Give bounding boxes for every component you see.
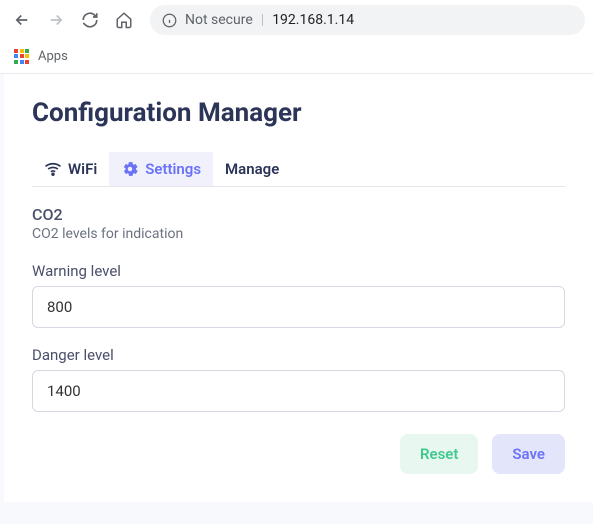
section-subtitle: CO2 levels for indication xyxy=(32,226,565,242)
warning-label: Warning level xyxy=(32,262,565,280)
reload-button[interactable] xyxy=(76,6,104,34)
tab-manage[interactable]: Manage xyxy=(213,152,291,186)
home-button[interactable] xyxy=(110,6,138,34)
tab-bar: WiFi Settings Manage xyxy=(32,152,565,187)
info-icon xyxy=(162,13,177,28)
tab-settings[interactable]: Settings xyxy=(109,152,213,186)
section-title: CO2 xyxy=(32,205,565,224)
save-button[interactable]: Save xyxy=(492,434,565,474)
reset-button[interactable]: Reset xyxy=(400,434,478,474)
danger-input[interactable] xyxy=(32,370,565,412)
security-label: Not secure xyxy=(185,12,253,28)
field-danger: Danger level xyxy=(32,346,565,412)
back-button[interactable] xyxy=(8,6,36,34)
bookmarks-bar: Apps xyxy=(0,40,593,74)
tab-manage-label: Manage xyxy=(225,160,279,178)
main-card: Configuration Manager WiFi Settings Mana… xyxy=(4,74,593,502)
gear-icon xyxy=(121,160,139,178)
address-bar[interactable]: Not secure | 192.168.1.14 xyxy=(150,5,585,35)
warning-input[interactable] xyxy=(32,286,565,328)
danger-label: Danger level xyxy=(32,346,565,364)
page-title: Configuration Manager xyxy=(32,98,565,128)
tab-settings-label: Settings xyxy=(145,160,201,178)
apps-grid-icon[interactable] xyxy=(14,49,30,65)
tab-wifi-label: WiFi xyxy=(68,160,97,178)
wifi-icon xyxy=(44,160,62,178)
url-text: 192.168.1.14 xyxy=(272,12,354,28)
home-icon xyxy=(115,11,133,29)
action-row: Reset Save xyxy=(32,434,565,474)
arrow-right-icon xyxy=(47,11,65,29)
reload-icon xyxy=(81,11,99,29)
url-divider: | xyxy=(261,12,264,28)
field-warning: Warning level xyxy=(32,262,565,328)
tab-wifi[interactable]: WiFi xyxy=(32,152,109,186)
arrow-left-icon xyxy=(13,11,31,29)
browser-toolbar: Not secure | 192.168.1.14 xyxy=(0,0,593,40)
apps-label[interactable]: Apps xyxy=(38,49,68,64)
forward-button[interactable] xyxy=(42,6,70,34)
